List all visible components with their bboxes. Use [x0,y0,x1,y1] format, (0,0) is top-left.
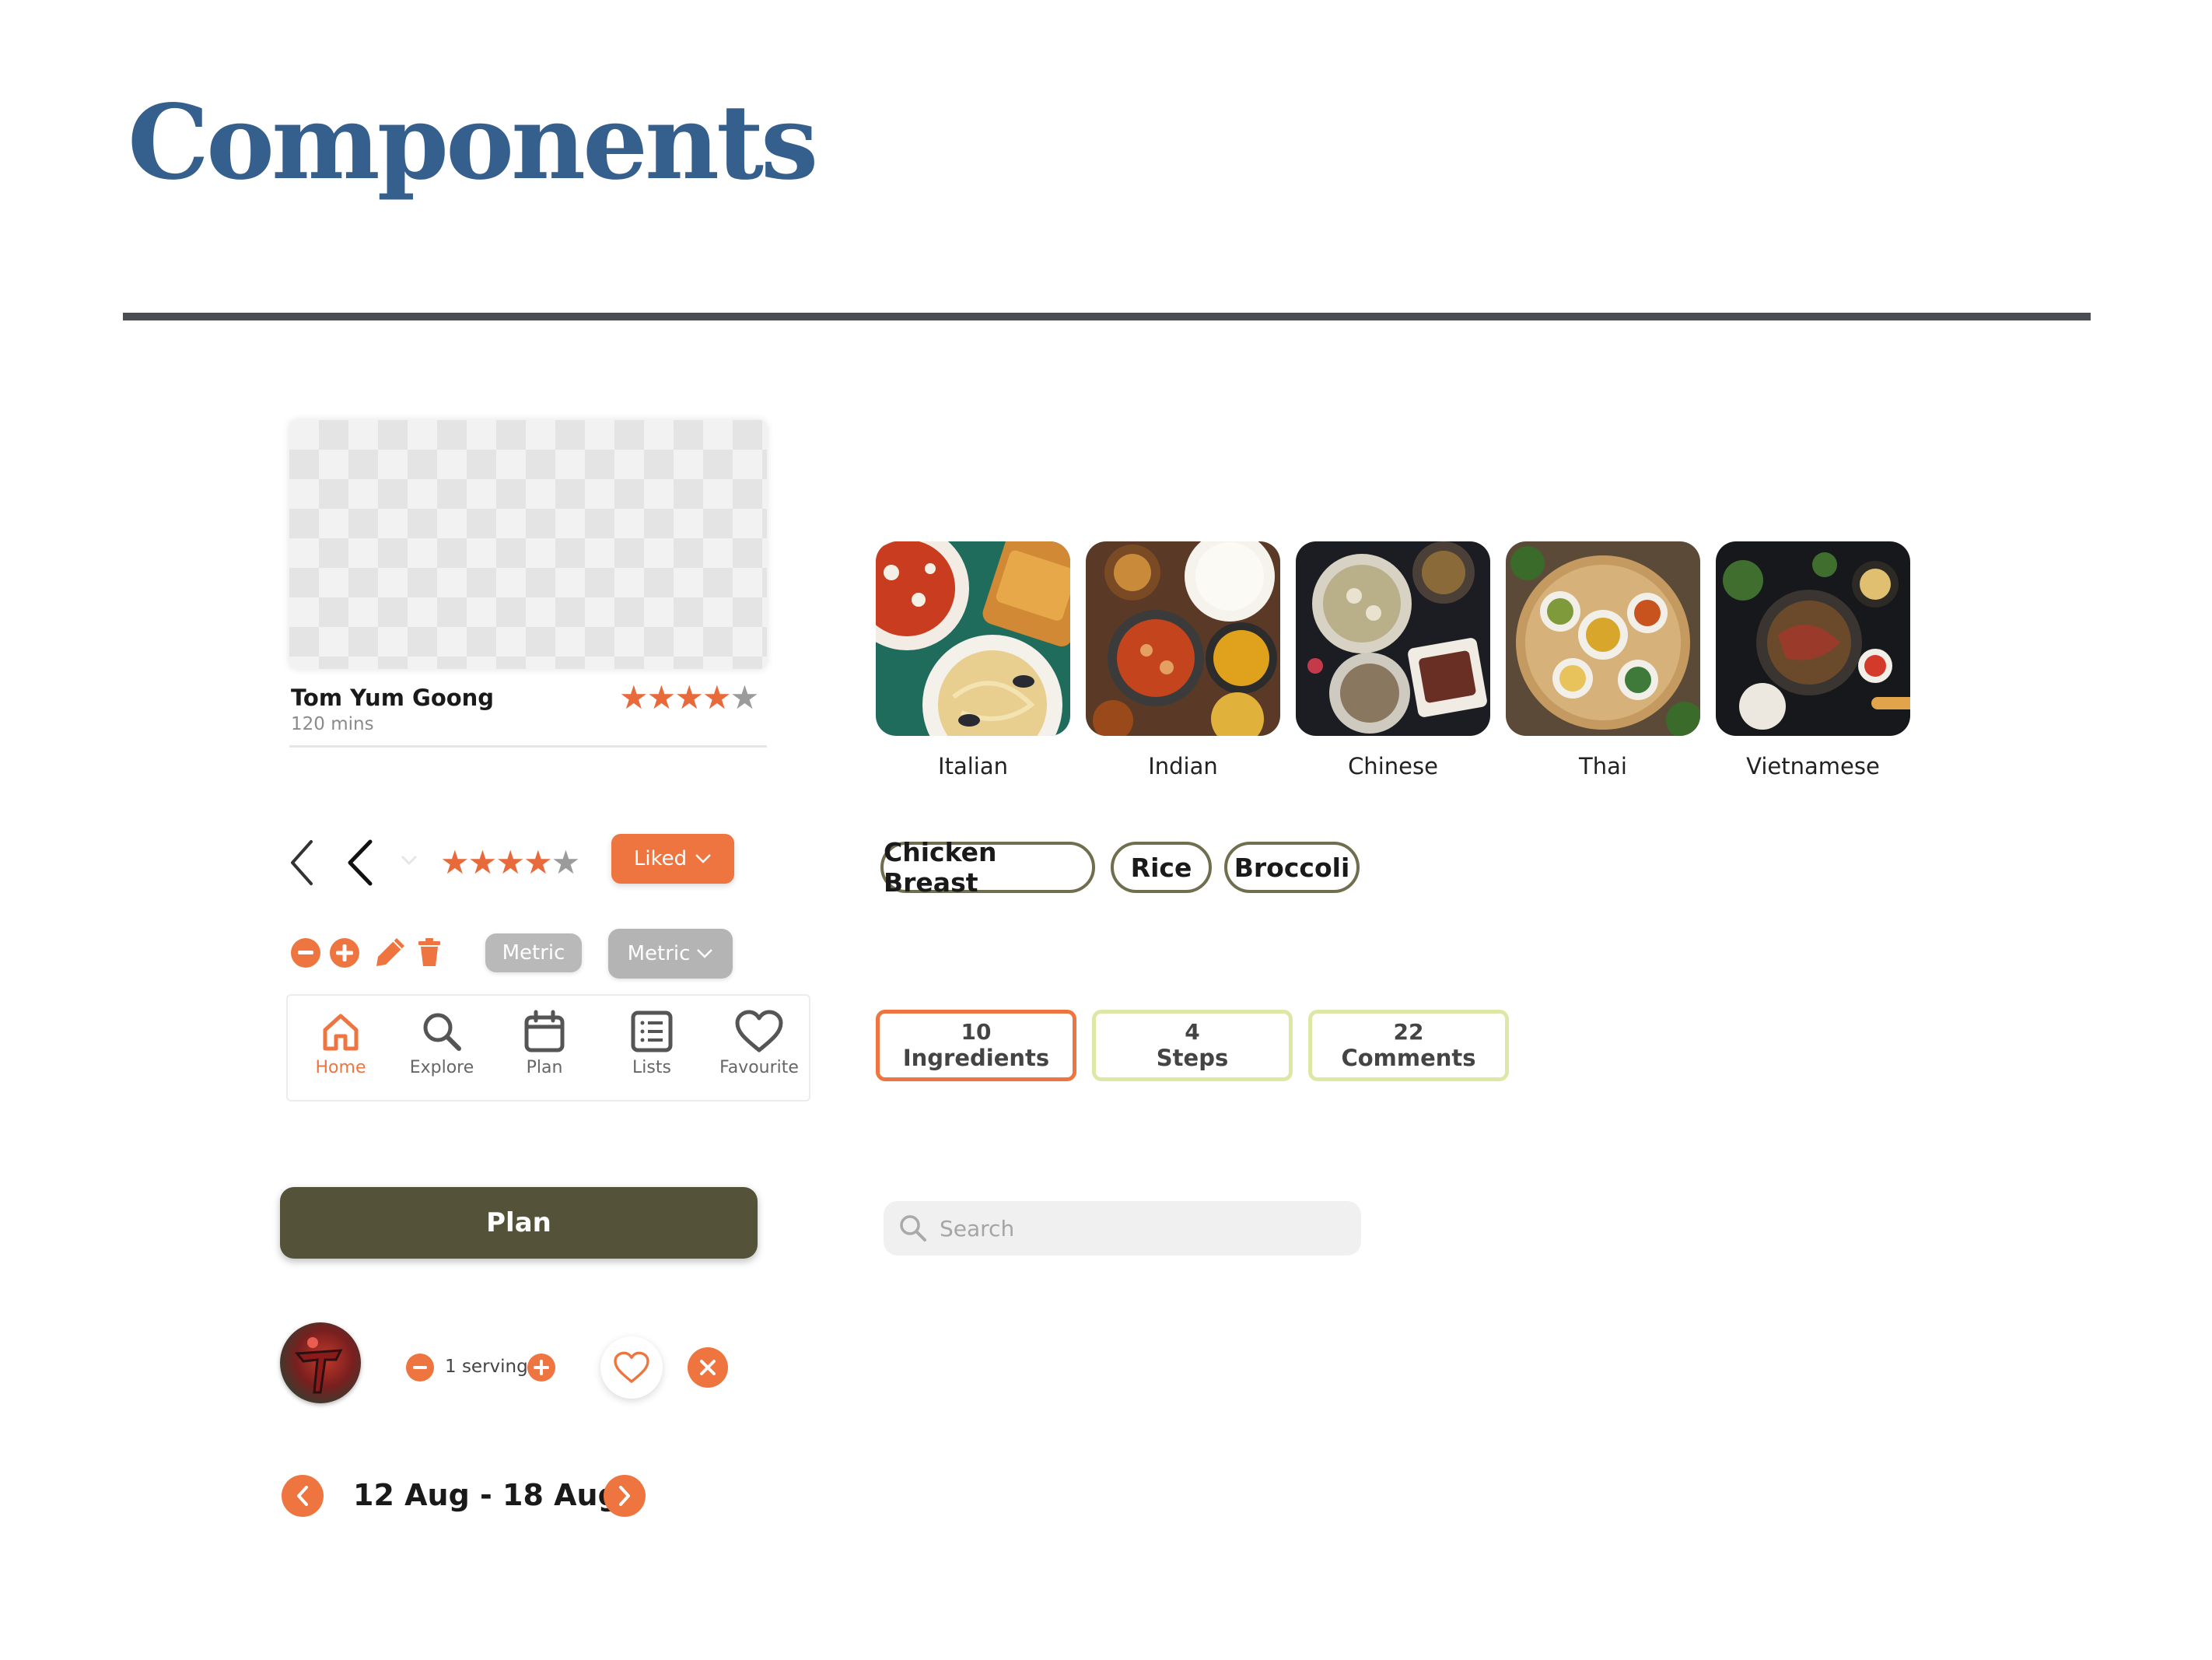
chevron-right-icon [619,1486,630,1506]
star-empty-icon: ★ [730,678,760,716]
cuisine-card-chinese[interactable]: Chinese [1296,541,1490,779]
chevron-down-icon [697,949,713,958]
comments-count: 22 [1393,1018,1424,1045]
home-icon [323,1014,359,1051]
recipe-card-rating: ★★★★★ [619,678,760,716]
close-button[interactable] [688,1347,728,1388]
back-chevron-icon[interactable] [345,839,375,887]
week-range: 12 Aug - 18 Aug [353,1478,619,1512]
cuisine-card-thai[interactable]: Thai [1506,541,1700,779]
previous-week-button[interactable] [282,1475,324,1517]
pencil-edit-icon[interactable] [373,935,408,969]
cuisine-label-italian: Italian [938,753,1008,779]
plus-icon [336,944,353,961]
steps-label: Steps [1156,1045,1229,1072]
plan-button[interactable]: Plan [280,1187,758,1259]
cuisine-image-italian [876,541,1070,736]
nav-label-lists: Lists [632,1058,671,1077]
star-filled-icon[interactable]: ★ [495,843,525,881]
nav-label-plan: Plan [526,1058,563,1077]
search-input[interactable] [940,1215,1328,1241]
favourite-button[interactable] [600,1336,663,1399]
metric-toggle[interactable]: Metric [485,933,582,972]
avatar[interactable] [280,1322,361,1403]
cuisine-image-indian [1086,541,1280,736]
plus-button[interactable] [330,938,359,968]
metric-dropdown[interactable]: Metric [608,929,733,979]
cuisine-card-vietnamese[interactable]: Vietnamese [1716,541,1910,779]
tab-ingredients[interactable]: 10 Ingredients [876,1010,1076,1081]
search-icon [423,1013,461,1051]
heart-outline-icon [614,1351,649,1383]
liked-label: Liked [633,847,688,870]
nav-item-favourite[interactable]: Favourite [712,1010,806,1077]
nav-item-home[interactable]: Home [294,1010,387,1077]
steps-count: 4 [1185,1018,1200,1045]
back-chevron-thin-icon[interactable] [288,839,316,887]
liked-dropdown-button[interactable]: Liked [611,834,734,884]
serving-plus-button[interactable] [527,1354,555,1382]
plus-icon [534,1360,549,1375]
serving-minus-button[interactable] [406,1354,434,1382]
list-icon [631,1010,673,1052]
star-filled-icon: ★ [619,678,649,716]
calendar-icon [524,1010,565,1052]
recipe-card-title: Tom Yum Goong [291,685,495,711]
search-bar[interactable] [884,1201,1361,1256]
star-empty-icon[interactable]: ★ [551,843,581,881]
star-filled-icon: ★ [674,678,704,716]
metric-label: Metric [502,941,565,965]
close-icon [700,1360,716,1375]
serving-count: 1 serving [445,1357,528,1377]
cuisine-label-chinese: Chinese [1348,753,1438,779]
chevron-down-icon [695,854,712,863]
chevron-left-icon [297,1486,308,1506]
search-icon [900,1215,926,1241]
minus-icon [413,1365,427,1369]
ingredient-chip-chicken-breast[interactable]: Chicken Breast [880,837,1095,898]
cuisine-label-vietnamese: Vietnamese [1746,753,1880,779]
comments-label: Comments [1341,1045,1476,1072]
ingredient-chip-rice[interactable]: Rice [1111,842,1212,893]
minus-icon [298,951,313,954]
cuisine-card-italian[interactable]: Italian [876,541,1070,779]
next-week-button[interactable] [604,1475,646,1517]
recipe-card-image-placeholder[interactable] [289,420,767,669]
header-divider [123,313,2091,320]
star-filled-icon[interactable]: ★ [440,843,470,881]
page-title: Components [128,82,818,203]
cuisine-label-indian: Indian [1148,753,1218,779]
bottom-navigation-bar: Home Explore Plan Lists Favourite [286,994,810,1101]
cuisine-image-vietnamese [1716,541,1910,736]
star-filled-icon[interactable]: ★ [523,843,553,881]
trash-icon[interactable] [417,938,442,968]
nav-item-lists[interactable]: Lists [605,1010,698,1077]
tab-steps[interactable]: 4 Steps [1092,1010,1293,1081]
nav-item-explore[interactable]: Explore [395,1010,488,1077]
cuisine-label-thai: Thai [1579,753,1627,779]
cuisine-card-indian[interactable]: Indian [1086,541,1280,779]
recipe-card-underline [289,745,767,748]
nav-item-plan[interactable]: Plan [498,1010,591,1077]
avatar-image [295,1337,343,1394]
rating-stars[interactable]: ★★★★★ [440,843,581,881]
ingredients-label: Ingredients [902,1045,1050,1072]
ingredients-count: 10 [961,1018,992,1045]
cuisine-image-thai [1506,541,1700,736]
ingredient-chip-broccoli[interactable]: Broccoli [1224,842,1360,893]
nav-label-favourite: Favourite [719,1058,799,1077]
metric-dropdown-label: Metric [627,942,691,965]
star-filled-icon: ★ [702,678,732,716]
star-filled-icon[interactable]: ★ [468,843,498,881]
chevron-down-small-icon[interactable] [400,854,418,867]
minus-button[interactable] [291,938,320,968]
heart-icon [735,1010,783,1052]
nav-label-home: Home [315,1058,366,1077]
cuisine-image-chinese [1296,541,1490,736]
nav-label-explore: Explore [409,1058,474,1077]
tab-comments[interactable]: 22 Comments [1308,1010,1509,1081]
star-filled-icon: ★ [646,678,677,716]
recipe-card-time: 120 mins [291,714,374,734]
